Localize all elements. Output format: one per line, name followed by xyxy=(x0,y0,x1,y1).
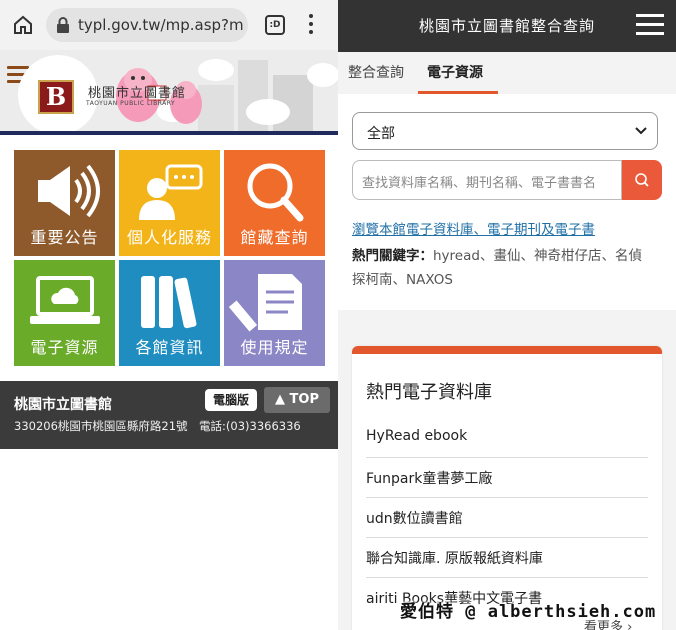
search-input[interactable]: 查找資料庫名稱、期刊名稱、電子書書名 xyxy=(352,160,622,200)
search-panel: 全部 查找資料庫名稱、期刊名稱、電子書書名 瀏覽本館電子資料庫、電子期刊及電子書… xyxy=(338,94,676,310)
megaphone-icon xyxy=(38,164,100,218)
hot-databases-card: 熱門電子資料庫 HyRead ebook Funpark童書夢工廠 udn數位讀… xyxy=(352,346,662,630)
tab-e-resources[interactable]: 電子資源 xyxy=(427,62,483,82)
library-name-zh: 桃園市立圖書館 xyxy=(88,86,187,101)
hot-keywords: 熱門關鍵字：hyread、畫仙、神奇柑仔店、名偵探柯南、NAXOS xyxy=(352,244,652,292)
database-item[interactable]: 聯合知識庫. 原版報紙資料庫 xyxy=(366,538,648,578)
search-icon xyxy=(635,173,649,187)
books-icon xyxy=(141,276,197,329)
database-item[interactable]: udn數位讀書館 xyxy=(366,498,648,538)
tile-label: 電子資源 xyxy=(30,338,99,357)
tile-personal-service[interactable]: 個人化服務 xyxy=(119,150,220,256)
database-item[interactable]: HyRead ebook xyxy=(366,418,648,458)
url-text: typl.gov.tw/mp.asp?mp= xyxy=(78,16,244,34)
database-item-label: Funpark童書夢工廠 xyxy=(366,471,493,487)
magnifier-icon xyxy=(247,163,304,222)
tile-label: 使用規定 xyxy=(240,338,309,357)
footer-library-name: 桃園市立圖書館 xyxy=(14,397,112,413)
category-select[interactable]: 全部 xyxy=(352,112,658,150)
banner-divider xyxy=(0,131,338,135)
search-placeholder: 查找資料庫名稱、期刊名稱、電子書書名 xyxy=(362,176,597,191)
tab-integrated-search[interactable]: 整合查詢 xyxy=(348,62,404,82)
left-phone-screen: typl.gov.tw/mp.asp?mp= :D B xyxy=(0,0,338,630)
library-banner: B 桃園市立圖書館 TAOYUAN PUBLIC LIBRARY xyxy=(0,50,338,132)
lock-icon xyxy=(57,17,69,33)
database-item-label: 聯合知識庫. 原版報紙資料庫 xyxy=(366,551,543,567)
tile-label: 館藏查詢 xyxy=(240,228,309,247)
person-chat-icon xyxy=(139,164,203,220)
site-footer: 桃園市立圖書館 330206桃園市桃園區縣府路21號 電話:(03)336633… xyxy=(0,381,338,449)
tile-usage-rules[interactable]: 使用規定 xyxy=(224,260,325,366)
footer-address: 330206桃園市桃園區縣府路21號 電話:(03)3366336 xyxy=(14,419,301,433)
chevron-down-icon xyxy=(635,127,647,135)
tile-label: 個人化服務 xyxy=(126,228,212,247)
category-select-value: 全部 xyxy=(367,126,395,142)
screenshot-root: typl.gov.tw/mp.asp?mp= :D B xyxy=(0,0,676,630)
right-phone-screen: 桃園市立圖書館整合查詢 整合查詢 電子資源 全部 查找資料庫名稱、期刊名稱、電子… xyxy=(338,0,676,630)
browser-toolbar: typl.gov.tw/mp.asp?mp= :D xyxy=(0,0,338,50)
hot-databases-title: 熱門電子資料庫 xyxy=(366,382,492,403)
library-logo[interactable]: B xyxy=(18,55,98,132)
logo-badge: B xyxy=(38,80,74,114)
menu-icon[interactable] xyxy=(636,14,664,38)
page-title: 桃園市立圖書館整合查詢 xyxy=(418,17,595,35)
database-item-label: HyRead ebook xyxy=(366,428,468,444)
back-to-top-button[interactable]: ▲ TOP xyxy=(264,387,330,413)
tab-switcher-icon[interactable]: :D xyxy=(265,15,285,35)
document-pen-icon xyxy=(228,274,302,332)
more-options-icon[interactable] xyxy=(307,14,315,36)
tile-branch-info[interactable]: 各館資訊 xyxy=(119,260,220,366)
address-bar[interactable]: typl.gov.tw/mp.asp?mp= xyxy=(46,8,248,42)
search-button[interactable] xyxy=(622,160,662,200)
database-item[interactable]: Funpark童書夢工廠 xyxy=(366,458,648,498)
database-item-label: udn數位讀書館 xyxy=(366,511,463,527)
search-tabs: 整合查詢 電子資源 xyxy=(338,52,676,94)
page-header: 桃園市立圖書館整合查詢 xyxy=(338,0,676,52)
desktop-version-button[interactable]: 電腦版 xyxy=(205,389,257,411)
tile-label: 各館資訊 xyxy=(135,338,204,357)
browse-resources-link[interactable]: 瀏覽本館電子資料庫、電子期刊及電子書 xyxy=(352,218,595,238)
hot-keywords-label: 熱門關鍵字： xyxy=(352,248,433,264)
library-name-en: TAOYUAN PUBLIC LIBRARY xyxy=(86,100,176,107)
tile-label: 重要公告 xyxy=(30,228,99,247)
tile-announcements[interactable]: 重要公告 xyxy=(14,150,115,256)
watermark: 愛伯特 @ alberthsieh.com xyxy=(400,602,657,622)
tile-catalog-search[interactable]: 館藏查詢 xyxy=(224,150,325,256)
laptop-cloud-icon xyxy=(30,276,100,324)
home-icon[interactable] xyxy=(12,14,34,36)
tile-e-resources[interactable]: 電子資源 xyxy=(14,260,115,366)
